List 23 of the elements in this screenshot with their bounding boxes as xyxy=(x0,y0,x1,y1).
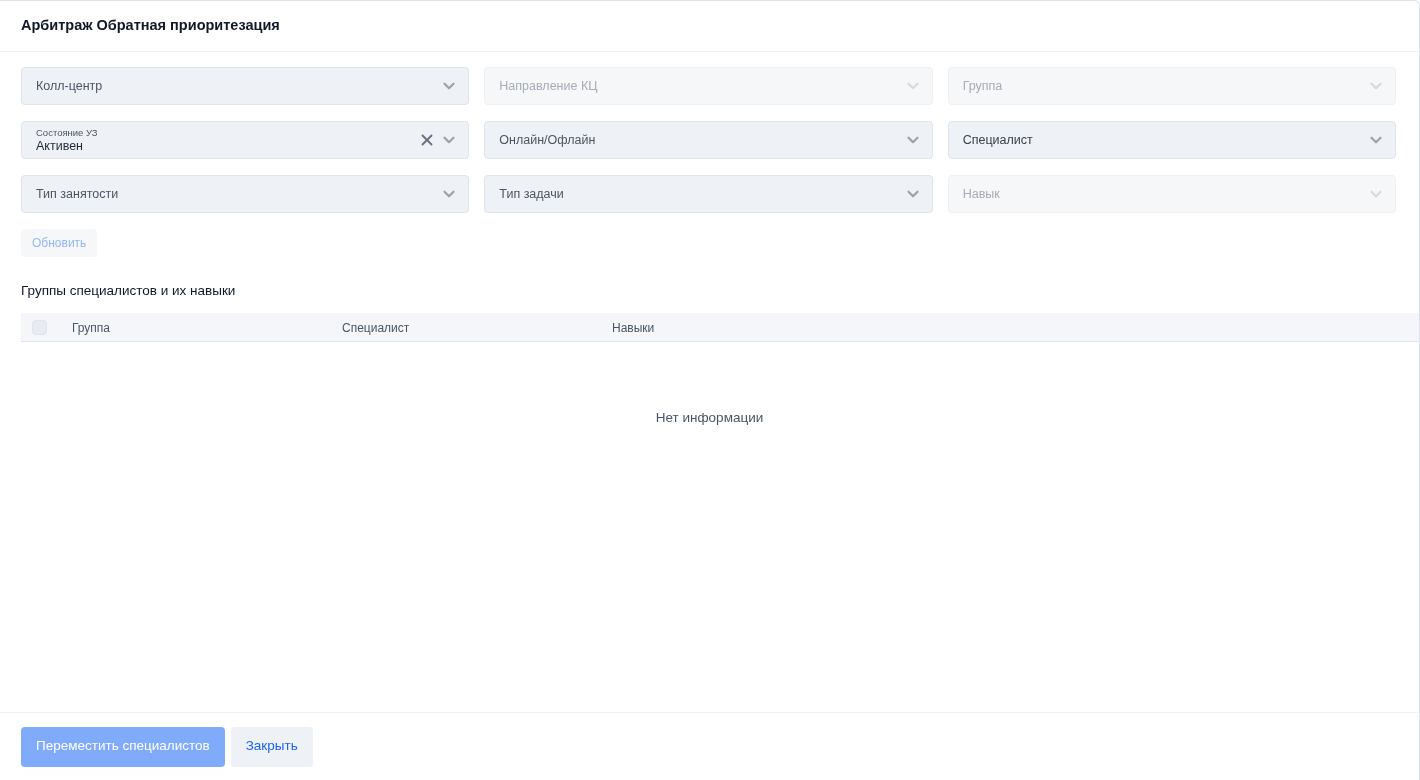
field-placeholder: Навык xyxy=(962,185,1001,203)
select-field[interactable]: Колл-центр xyxy=(21,67,470,105)
column-header: Специалист xyxy=(342,321,410,336)
select-field[interactable]: Онлайн/Офлайн xyxy=(484,121,933,159)
section-title: Группы специалистов и их навыки xyxy=(21,282,237,300)
field-placeholder: Колл-центр xyxy=(36,77,104,95)
column-header: Навыки xyxy=(612,321,655,336)
empty-message: Нет информации xyxy=(655,409,764,428)
field-placeholder: Группа xyxy=(962,77,1004,95)
field-value: Активен xyxy=(36,138,84,154)
select-field[interactable]: Тип занятости xyxy=(21,175,470,213)
field-label: Состояние УЗ xyxy=(36,126,99,139)
select-field[interactable]: Тип задачи xyxy=(484,175,933,213)
column-header: Группа xyxy=(72,321,111,336)
dialog-title: Арбитраж Обратная приоритезация xyxy=(21,16,280,36)
select-field[interactable]: Специалист xyxy=(947,121,1396,159)
field-placeholder: Тип занятости xyxy=(36,185,120,203)
field-placeholder: Специалист xyxy=(962,131,1034,149)
select-field[interactable]: Состояние УЗ Активен xyxy=(21,121,470,159)
field-placeholder: Онлайн/Офлайн xyxy=(499,131,597,149)
field-placeholder: Тип задачи xyxy=(499,185,565,203)
close-button[interactable]: Закрыть xyxy=(230,726,313,767)
field-placeholder: Направление КЦ xyxy=(499,77,599,95)
